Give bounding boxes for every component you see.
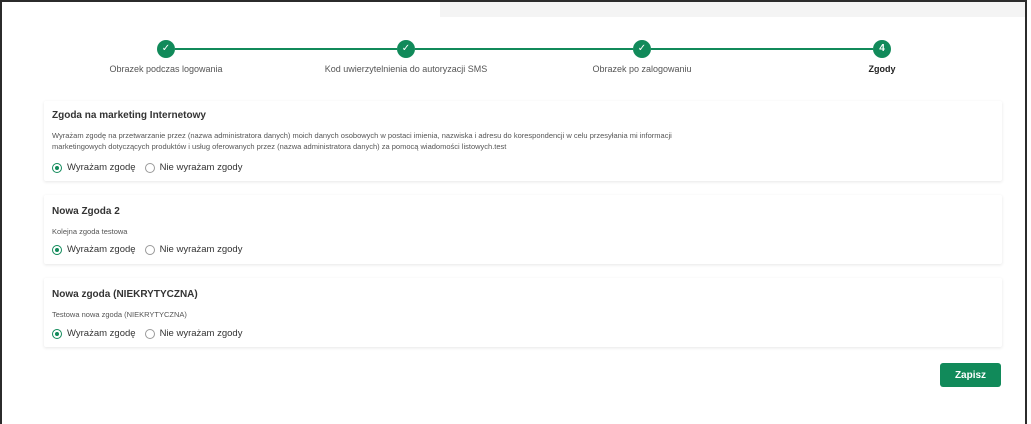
radio-consent-yes[interactable] xyxy=(52,244,62,255)
radio-consent-yes-label[interactable]: Wyrażam zgodę xyxy=(67,162,136,173)
consent-options: Wyrażam zgodę Nie wyrażam zgody xyxy=(52,328,251,339)
radio-consent-no-label[interactable]: Nie wyrażam zgody xyxy=(160,162,243,173)
step-3-check-icon: ✓ xyxy=(633,40,651,58)
step-2-check-icon: ✓ xyxy=(397,40,415,58)
radio-consent-no[interactable] xyxy=(144,244,155,255)
progress-stepper: ✓ ✓ ✓ 4 Obrazek podczas logowania Kod uw… xyxy=(20,40,1020,80)
step-4-label: Zgody xyxy=(868,64,896,74)
step-4-number: 4 xyxy=(873,40,891,58)
consent-description: Wyrażam zgodę na przetwarzanie przez (na… xyxy=(52,131,672,151)
radio-consent-yes-label[interactable]: Wyrażam zgodę xyxy=(67,328,136,339)
radio-consent-yes[interactable] xyxy=(52,162,62,173)
radio-consent-yes[interactable] xyxy=(52,328,62,339)
consent-title: Nowa Zgoda 2 xyxy=(52,206,120,217)
step-3-label: Obrazek po zalogowaniu xyxy=(592,64,692,74)
consent-options: Wyrażam zgodę Nie wyrażam zgody xyxy=(52,244,251,255)
consent-title: Nowa zgoda (NIEKRYTYCZNA) xyxy=(52,289,198,300)
consent-card-nowa-zgoda-2: Nowa Zgoda 2 Kolejna zgoda testowa Wyraż… xyxy=(44,195,1002,264)
step-2-label: Kod uwierzytelnienia do autoryzacji SMS xyxy=(324,64,488,74)
consent-options: Wyrażam zgodę Nie wyrażam zgody xyxy=(52,162,251,173)
step-1-label: Obrazek podczas logowania xyxy=(109,64,223,74)
step-connector-3 xyxy=(651,48,873,50)
consent-description: Kolejna zgoda testowa xyxy=(52,227,128,236)
consent-card-marketing: Zgoda na marketing Internetowy Wyrażam z… xyxy=(44,101,1002,181)
step-connector-2 xyxy=(415,48,633,50)
save-button[interactable]: Zapisz xyxy=(940,363,1001,387)
consent-card-niekrytyczna: Nowa zgoda (NIEKRYTYCZNA) Testowa nowa z… xyxy=(44,278,1002,347)
radio-consent-yes-label[interactable]: Wyrażam zgodę xyxy=(67,244,136,255)
consent-description: Testowa nowa zgoda (NIEKRYTYCZNA) xyxy=(52,310,187,319)
step-1-check-icon: ✓ xyxy=(157,40,175,58)
radio-consent-no[interactable] xyxy=(144,328,155,339)
step-connector-1 xyxy=(175,48,397,50)
radio-consent-no-label[interactable]: Nie wyrażam zgody xyxy=(160,328,243,339)
top-shade xyxy=(440,2,1025,17)
radio-consent-no[interactable] xyxy=(144,162,155,173)
radio-consent-no-label[interactable]: Nie wyrażam zgody xyxy=(160,244,243,255)
consent-title: Zgoda na marketing Internetowy xyxy=(52,110,206,121)
